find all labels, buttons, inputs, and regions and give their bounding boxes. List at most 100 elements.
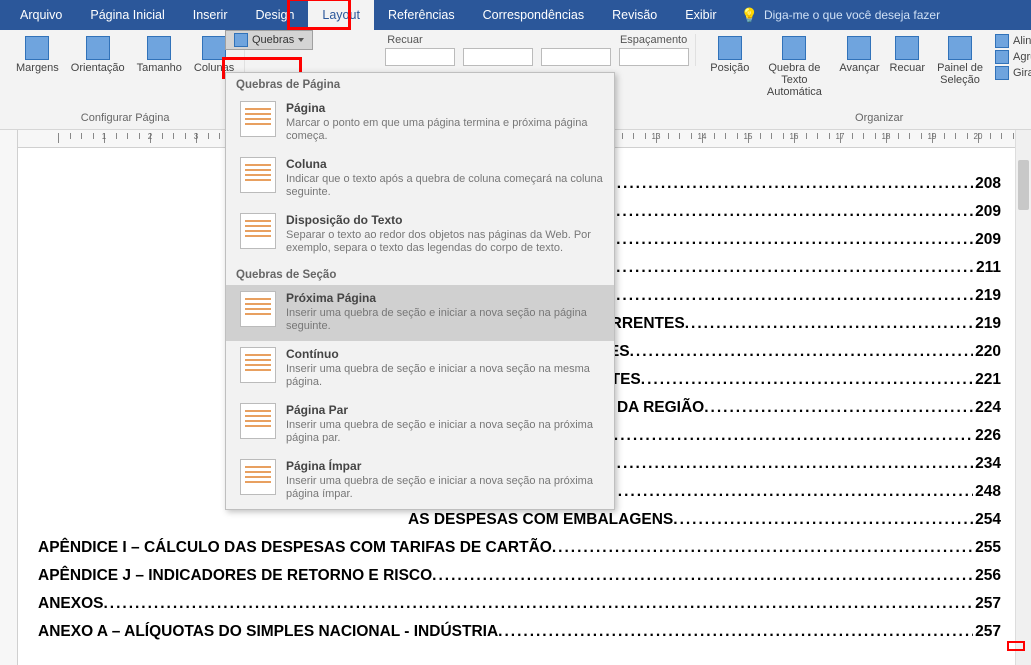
size-icon — [147, 36, 171, 60]
btn-painel-selecao[interactable]: Painel de Seleção — [931, 34, 989, 88]
toc-leader: ........................................… — [685, 310, 973, 338]
toc-page: 209 — [973, 198, 1001, 226]
toc-text: ANEXOS — [38, 590, 103, 618]
dd-t-continuo: Contínuo — [286, 347, 604, 361]
btn-girar[interactable]: Girar — [995, 66, 1031, 80]
toc-page: 219 — [973, 310, 1001, 338]
lbl-recuar-btn: Recuar — [890, 62, 925, 74]
tab-exibir[interactable]: Exibir — [671, 0, 730, 30]
bring-forward-icon — [847, 36, 871, 60]
lbl-posicao: Posição — [710, 62, 749, 74]
group-title-configurar: Configurar Página — [81, 112, 170, 126]
tab-referencias[interactable]: Referências — [374, 0, 469, 30]
lbl-agrupar: Agrupar — [1013, 51, 1031, 63]
position-icon — [718, 36, 742, 60]
tab-layout[interactable]: Layout — [308, 0, 374, 30]
spacing-after-input[interactable] — [619, 48, 689, 66]
group-title-organizar: Organizar — [855, 112, 903, 126]
group-icon — [995, 50, 1009, 64]
even-page-break-icon — [240, 403, 276, 439]
bulb-icon: 💡 — [741, 7, 758, 24]
next-page-break-icon — [240, 291, 276, 327]
column-break-icon — [240, 157, 276, 193]
toc-row: APÊNDICE I – CÁLCULO DAS DESPESAS COM TA… — [38, 534, 1001, 562]
toc-leader: ........................................… — [630, 338, 974, 366]
tab-revisao[interactable]: Revisão — [598, 0, 671, 30]
lbl-orientacao: Orientação — [71, 62, 125, 74]
rotate-icon — [995, 66, 1009, 80]
lbl-alinhar: Alinhar — [1013, 35, 1031, 47]
group-organize: Posição Quebra de Texto Automática Avanç… — [700, 34, 1031, 126]
toc-page: 220 — [973, 338, 1001, 366]
toc-row: ANEXOS .................................… — [38, 590, 1001, 618]
btn-quebra-texto[interactable]: Quebra de Texto Automática — [755, 34, 833, 100]
indent-left-input[interactable] — [385, 48, 455, 66]
scrollbar-thumb[interactable] — [1018, 160, 1029, 210]
dd-d-disposicao: Separar o texto ao redor dos objetos nas… — [286, 229, 604, 255]
lbl-avancar: Avançar — [839, 62, 879, 74]
tab-inserir[interactable]: Inserir — [179, 0, 242, 30]
btn-recuar[interactable]: Recuar — [886, 34, 929, 76]
dd-item-continuo[interactable]: ContínuoInserir uma quebra de seção e in… — [226, 341, 614, 397]
tell-me-placeholder: Diga-me o que você deseja fazer — [764, 8, 940, 22]
toc-page: 248 — [973, 478, 1001, 506]
tell-me-box[interactable]: 💡 Diga-me o que você deseja fazer — [731, 0, 941, 30]
spacing-before-input[interactable] — [541, 48, 611, 66]
toc-leader: ........................................… — [673, 506, 973, 534]
dd-item-coluna[interactable]: Coluna Indicar que o texto após a quebra … — [226, 151, 614, 207]
toc-text: APÊNDICE I – CÁLCULO DAS DESPESAS COM TA… — [38, 534, 552, 562]
btn-quebras[interactable]: Quebras — [225, 30, 313, 50]
columns-icon — [202, 36, 226, 60]
dd-t-coluna: Coluna — [286, 157, 604, 171]
toc-leader: ........................................… — [585, 450, 973, 478]
highlight-corner — [1007, 641, 1025, 651]
toc-page: 208 — [973, 170, 1001, 198]
toc-row: AS DESPESAS COM EMBALAGENS .............… — [408, 506, 1001, 534]
toc-row: APÊNDICE J – INDICADORES DE RETORNO E RI… — [38, 562, 1001, 590]
btn-agrupar[interactable]: Agrupar — [995, 50, 1031, 64]
dd-item-disposicao[interactable]: Disposição do TextoSeparar o texto ao re… — [226, 207, 614, 263]
group-paragraph: Recuar Espaçamento — [379, 34, 696, 66]
toc-page: 255 — [973, 534, 1001, 562]
btn-margens[interactable]: Margens — [12, 34, 63, 76]
lbl-girar: Girar — [1013, 67, 1031, 79]
toc-text: APÊNDICE J – INDICADORES DE RETORNO E RI… — [38, 562, 432, 590]
lbl-tamanho: Tamanho — [137, 62, 182, 74]
dd-item-pagina-par[interactable]: Página Par Inserir uma quebra de seção e … — [226, 397, 614, 453]
tab-home[interactable]: Página Inicial — [76, 0, 178, 30]
btn-alinhar[interactable]: Alinhar — [995, 34, 1031, 48]
dd-item-pagina-impar[interactable]: Página ÍmparInserir uma quebra de seção … — [226, 453, 614, 509]
quebras-dropdown: Quebras de Página PáginaMarcar o ponto e… — [225, 72, 615, 510]
lbl-quebras: Quebras — [252, 34, 294, 46]
indent-right-input[interactable] — [463, 48, 533, 66]
toc-page: 224 — [973, 394, 1001, 422]
vertical-scrollbar[interactable] — [1015, 130, 1031, 665]
toc-page: 209 — [973, 226, 1001, 254]
vertical-ruler — [0, 130, 18, 665]
toc-page: 254 — [973, 506, 1001, 534]
toc-text: ANEXO A – ALÍQUOTAS DO SIMPLES NACIONAL … — [38, 618, 498, 646]
dd-item-pagina[interactable]: PáginaMarcar o ponto em que uma página t… — [226, 95, 614, 151]
dd-d-par: Inserir uma quebra de seção e iniciar a … — [286, 419, 604, 445]
dd-section-section-breaks: Quebras de Seção — [226, 263, 614, 285]
align-icon — [995, 34, 1009, 48]
lbl-espacamento-head: Espaçamento — [620, 34, 687, 46]
tab-arquivo[interactable]: Arquivo — [6, 0, 76, 30]
toc-leader: ........................................… — [498, 618, 973, 646]
toc-leader: ........................................… — [432, 562, 973, 590]
toc-page: 219 — [973, 282, 1001, 310]
tab-correspondencias[interactable]: Correspondências — [469, 0, 598, 30]
orientation-icon — [86, 36, 110, 60]
dd-d-coluna: Indicar que o texto após a quebra de col… — [286, 173, 604, 199]
group-page-setup: Margens Orientação Tamanho Colunas Confi… — [6, 34, 245, 126]
dd-t-par: Página Par — [286, 403, 604, 417]
toc-leader: ........................................… — [552, 534, 973, 562]
btn-tamanho[interactable]: Tamanho — [133, 34, 186, 76]
btn-avancar[interactable]: Avançar — [835, 34, 883, 76]
btn-orientacao[interactable]: Orientação — [67, 34, 129, 76]
tab-design[interactable]: Design — [241, 0, 308, 30]
dd-item-proxima-pagina[interactable]: Próxima PáginaInserir uma quebra de seçã… — [226, 285, 614, 341]
toc-page: 221 — [973, 366, 1001, 394]
btn-posicao[interactable]: Posição — [706, 34, 753, 76]
dd-section-page-breaks: Quebras de Página — [226, 73, 614, 95]
